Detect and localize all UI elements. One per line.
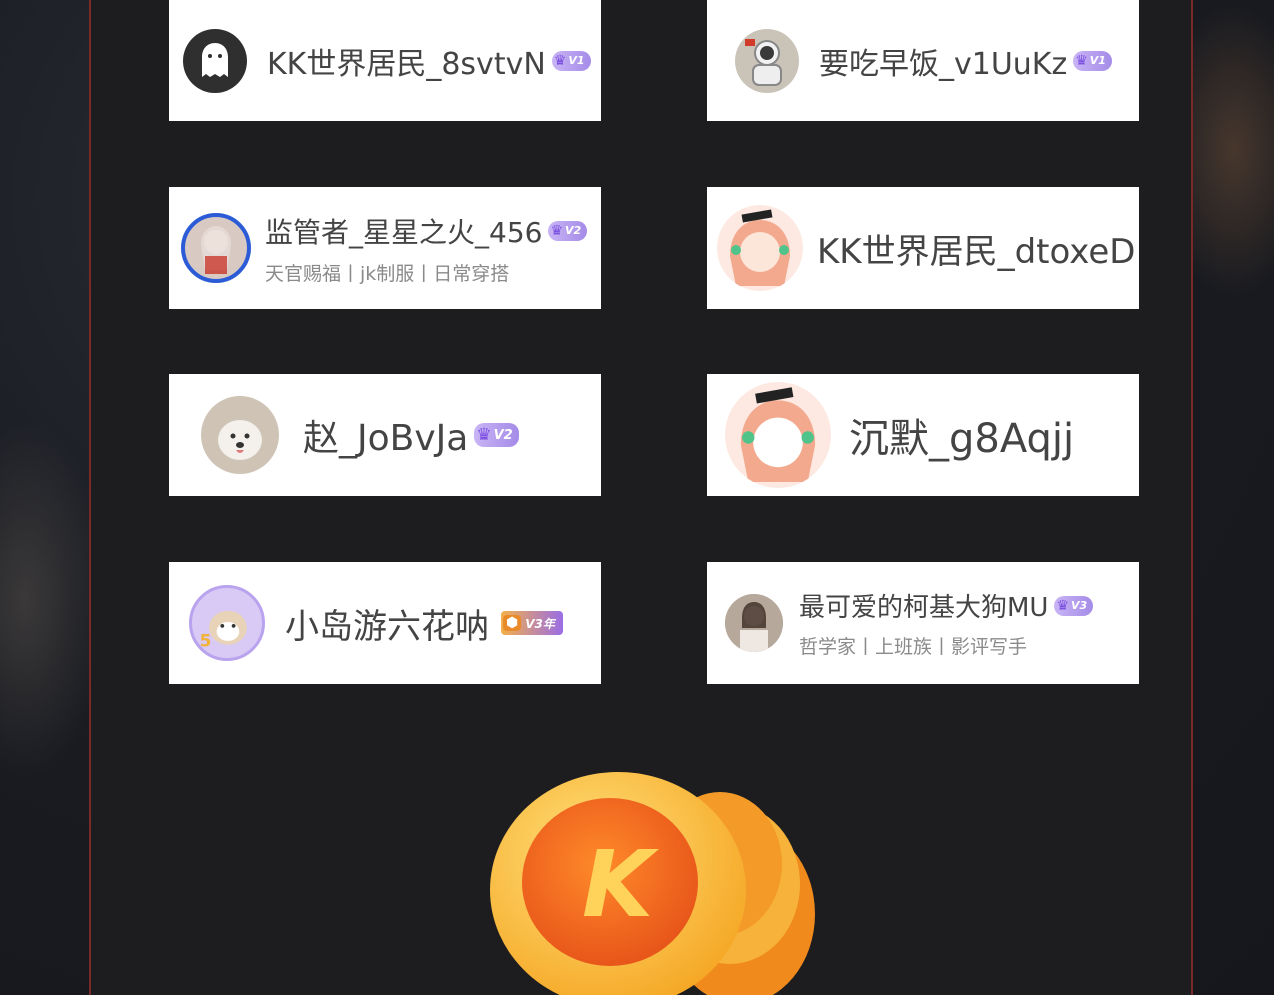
- anime-girl-icon: [740, 387, 816, 483]
- avatar[interactable]: [181, 213, 251, 283]
- user-tags: 哲学家丨上班族丨影评写手: [799, 636, 1028, 658]
- user-card[interactable]: 最可爱的柯基大狗MU ♛ V3 哲学家丨上班族丨影评写手: [707, 562, 1139, 684]
- vip-badge: ♛ V1: [1073, 50, 1112, 71]
- shield-icon: ⬢: [503, 615, 522, 631]
- dog-icon: 5: [200, 610, 247, 652]
- crown-icon: ♛: [1056, 597, 1070, 614]
- user-card[interactable]: 要吃早饭_v1UuKz ♛ V1: [707, 0, 1139, 121]
- crown-icon: ♛: [550, 222, 564, 239]
- avatar[interactable]: [183, 28, 247, 93]
- vip-badge: ♛ V2: [474, 423, 519, 447]
- portrait-icon: [725, 594, 783, 652]
- user-card[interactable]: 5 小岛游六花呐 ⬢ V3年: [169, 562, 601, 684]
- avatar[interactable]: [717, 205, 803, 291]
- coin-stack-icon: K: [490, 772, 815, 995]
- user-card[interactable]: 赵_JoBvJa ♛ V2: [169, 374, 601, 496]
- anime-girl-icon: [730, 209, 790, 286]
- vip-badge: ♛ V2: [548, 220, 588, 241]
- dog-icon: [218, 420, 262, 460]
- user-name: KK世界居民_dtoxeD: [817, 231, 1136, 272]
- vip-badge: ⬢ V3年: [501, 611, 563, 635]
- user-card[interactable]: 监管者_星星之火_456 ♛ V2 天官赐福丨jk制服丨日常穿搭: [169, 187, 601, 309]
- user-name: KK世界居民_8svtvN: [267, 46, 546, 82]
- user-card[interactable]: 沉默_g8Aqjj: [707, 374, 1139, 496]
- user-name: 最可爱的柯基大狗MU: [799, 593, 1049, 623]
- user-name: 监管者_星星之火_456: [265, 215, 543, 249]
- user-name: 赵_JoBvJa: [303, 418, 469, 459]
- vip-badge: ♛ V1: [551, 50, 591, 71]
- coin-letter: K: [582, 831, 659, 938]
- user-card[interactable]: KK世界居民_8svtvN ♛ V1: [169, 0, 601, 121]
- avatar[interactable]: [735, 28, 799, 93]
- astronaut-icon: [745, 38, 782, 86]
- avatar[interactable]: [725, 382, 831, 488]
- crown-icon: ♛: [476, 425, 492, 445]
- svg-text:5: 5: [200, 632, 212, 652]
- anime-girl-icon: [201, 226, 231, 274]
- crown-icon: ♛: [553, 52, 567, 69]
- crown-icon: ♛: [1075, 52, 1088, 69]
- avatar[interactable]: [201, 396, 279, 474]
- ghost-icon: [202, 42, 228, 77]
- avatar[interactable]: [725, 594, 783, 652]
- vip-badge: ♛ V3: [1054, 595, 1094, 616]
- user-tags: 天官赐福丨jk制服丨日常穿搭: [265, 262, 510, 285]
- user-name: 小岛游六花呐: [285, 606, 489, 647]
- user-card[interactable]: KK世界居民_dtoxeD: [707, 187, 1139, 309]
- avatar[interactable]: 5: [189, 585, 265, 661]
- user-name: 要吃早饭_v1UuKz: [819, 46, 1068, 82]
- user-name: 沉默_g8Aqjj: [849, 416, 1075, 462]
